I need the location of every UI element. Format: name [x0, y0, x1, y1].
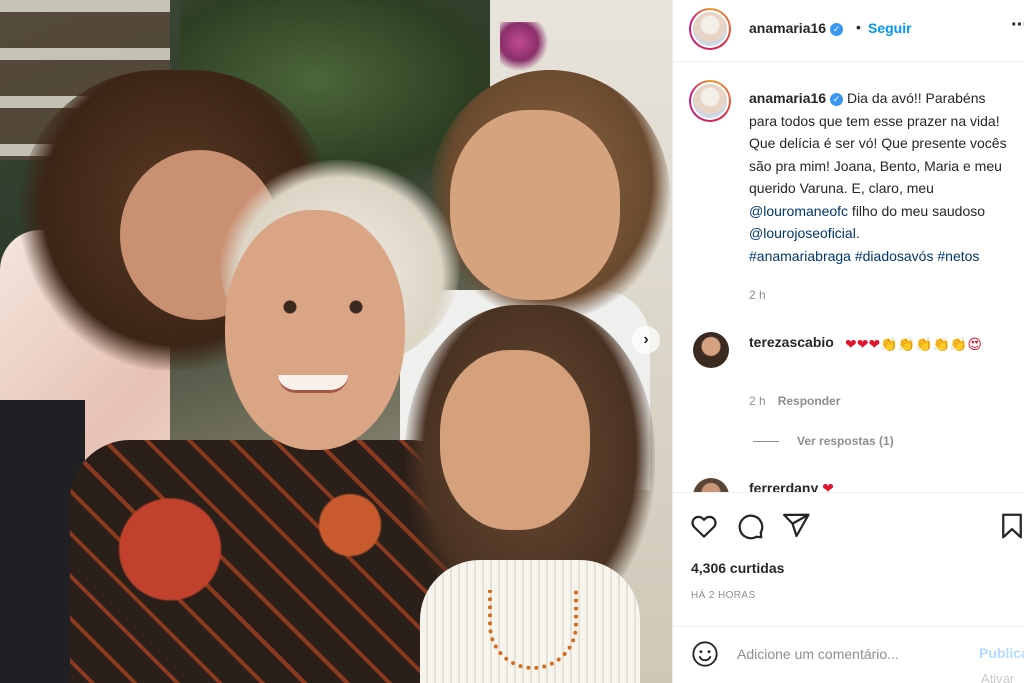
add-comment-bar: Publicar Ativar [673, 626, 1024, 683]
hashtag-list: #anamariabraga #diadosavós #netos [749, 248, 979, 264]
grandmother-face [225, 210, 405, 450]
reply-button[interactable]: Responder [778, 394, 841, 408]
comment-meta: 2 h Responder [749, 394, 840, 408]
post-actions: 4,306 curtidas HÁ 2 HORAS [673, 492, 1024, 644]
grandmother-smile [278, 375, 348, 393]
comment-timestamp[interactable]: 2 h [749, 394, 766, 408]
caption-timestamp[interactable]: 2 h [749, 288, 766, 302]
follow-button[interactable]: Seguir [868, 20, 912, 36]
girl-face [440, 350, 590, 530]
caption-username[interactable]: anamaria16 [749, 90, 826, 106]
bookmark-icon[interactable] [997, 511, 1024, 541]
post-photo[interactable]: › [0, 0, 672, 683]
activation-watermark: Ativar [981, 671, 1015, 683]
more-options-icon[interactable]: ··· [1011, 14, 1024, 37]
post-timestamp[interactable]: HÁ 2 HORAS [691, 590, 756, 601]
background-orchid [500, 22, 548, 72]
emoji-icon[interactable] [691, 640, 719, 668]
commenter-username[interactable]: terezascabio [749, 334, 834, 350]
comments-area[interactable]: anamaria16 ✓ Dia da avó!! Parabéns para t… [673, 62, 1024, 492]
post-side-panel: anamaria16✓ • Seguir ··· anamaria16✓ Dia… [672, 0, 1024, 683]
hashtag-link[interactable]: #diadosavós [855, 248, 934, 264]
replies-line [753, 441, 779, 443]
mention-link[interactable]: @louromaneofc [749, 203, 848, 219]
verified-badge-icon: ✓ [830, 22, 844, 36]
author-username[interactable]: anamaria16 ✓ [749, 20, 844, 36]
share-icon[interactable] [781, 511, 811, 541]
caption-body: . [855, 225, 860, 241]
comment-emojis: ❤❤❤👏👏👏👏👏😍 [845, 336, 982, 352]
like-count[interactable]: 4,306 curtidas [691, 560, 784, 576]
chevron-right-icon[interactable]: › [632, 326, 660, 354]
author-avatar[interactable] [689, 8, 731, 50]
comment-emojis: ❤ [822, 480, 834, 492]
caption-text: anamaria16 ✓ Dia da avó!! Parabéns para t… [749, 87, 1017, 245]
view-replies-label: Ver respostas (1) [797, 434, 894, 448]
caption-body: filho do meu saudoso [848, 202, 986, 219]
separator-dot: • [856, 19, 861, 35]
caption-avatar[interactable] [689, 80, 731, 122]
post-header: anamaria16✓ • Seguir ··· [673, 0, 1024, 62]
mention-link[interactable]: @lourojoseoficial [749, 225, 856, 241]
hashtag-link[interactable]: #netos [937, 248, 979, 264]
comment-icon[interactable] [735, 511, 765, 541]
commenter-avatar[interactable] [693, 332, 729, 368]
post-comment-button[interactable]: Publicar [979, 645, 1024, 661]
hashtag-link[interactable]: #anamariabraga [749, 248, 851, 264]
right-child-face [450, 110, 620, 300]
heart-icon[interactable] [689, 511, 719, 541]
commenter-avatar[interactable] [693, 478, 729, 492]
grandmother-eyes [268, 300, 378, 314]
verified-badge-icon: ✓ [830, 92, 844, 106]
view-replies-button[interactable]: Ver respostas (1) [753, 434, 894, 448]
commenter-username[interactable]: ferrerdany ❤ [749, 480, 834, 492]
comment-input[interactable] [737, 643, 957, 665]
